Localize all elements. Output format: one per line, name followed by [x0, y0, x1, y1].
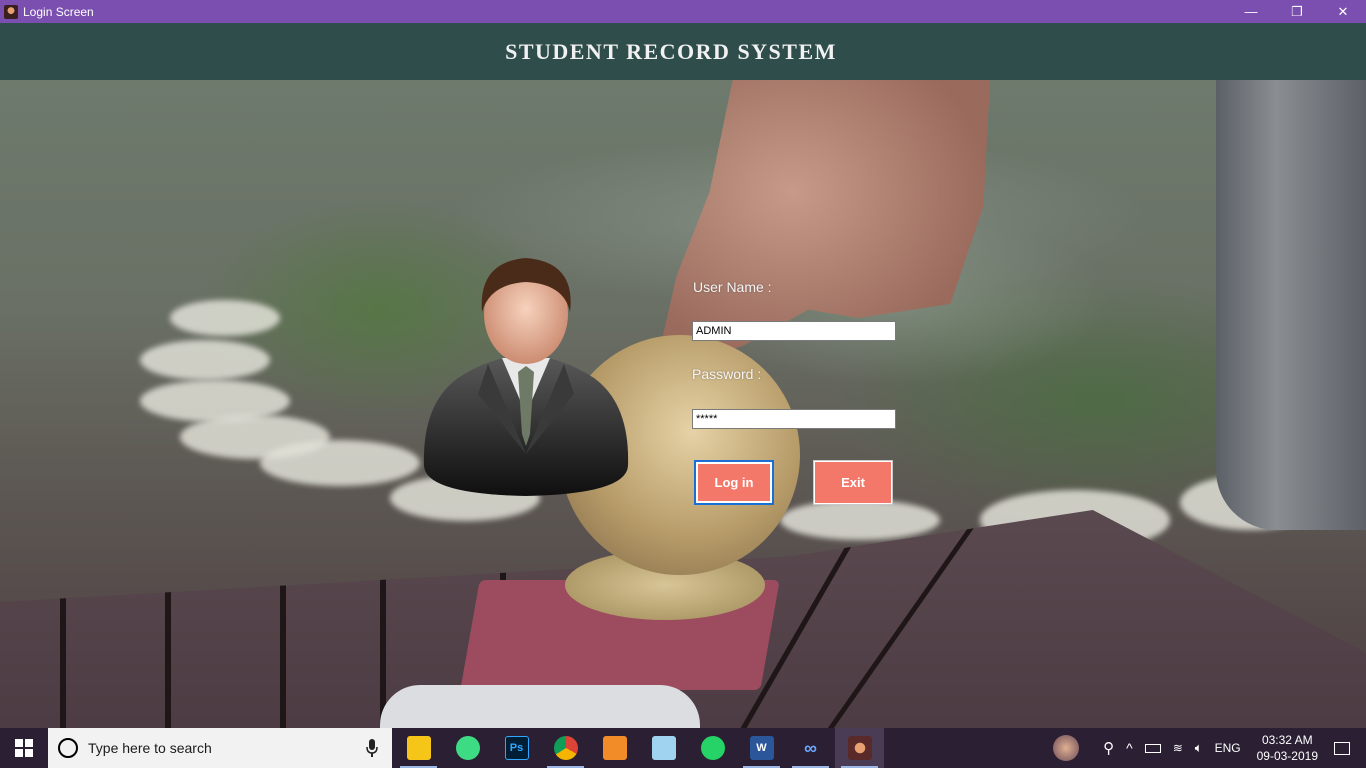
windows-icon: [15, 739, 33, 757]
jeans-image: [1216, 80, 1366, 530]
people-icon[interactable]: ⚲: [1103, 739, 1114, 757]
file-explorer-icon[interactable]: [394, 728, 443, 768]
login-app-icon[interactable]: [835, 728, 884, 768]
3d-box-icon[interactable]: [639, 728, 688, 768]
taskbar-apps: Ps W ∞: [394, 728, 884, 768]
photoshop-icon[interactable]: Ps: [492, 728, 541, 768]
taskbar-search[interactable]: Type here to search: [48, 728, 392, 768]
chrome-icon[interactable]: [541, 728, 590, 768]
password-input[interactable]: [692, 409, 896, 429]
system-tray: ⚲ ^ ≋ 🔈︎ ENG 03:32 AM 09-03-2019: [1047, 728, 1366, 768]
media-player-icon[interactable]: [590, 728, 639, 768]
wifi-icon[interactable]: ≋: [1173, 741, 1183, 755]
chevron-up-icon[interactable]: ^: [1126, 740, 1133, 756]
close-button[interactable]: ✕: [1320, 0, 1366, 23]
cortana-icon: [58, 738, 78, 758]
language-indicator[interactable]: ENG: [1215, 741, 1241, 755]
minimize-button[interactable]: —: [1228, 0, 1274, 23]
window-controls: — ❐ ✕: [1228, 0, 1366, 23]
page-title: STUDENT RECORD SYSTEM: [505, 38, 837, 64]
restore-button[interactable]: ❐: [1274, 0, 1320, 23]
laptop-image: [380, 685, 700, 728]
background-image: [0, 80, 1366, 728]
username-input[interactable]: [692, 321, 896, 341]
clock-date: 09-03-2019: [1256, 749, 1318, 763]
start-button[interactable]: [0, 728, 48, 768]
user-photo-icon[interactable]: [1053, 735, 1080, 761]
password-label: Password :: [692, 366, 762, 382]
microphone-icon[interactable]: [360, 736, 384, 760]
title-bar: Login Screen — ❐ ✕: [0, 0, 1366, 23]
whatsapp-icon[interactable]: [688, 728, 737, 768]
taskbar: Type here to search Ps W ∞ ⚲ ^ ≋ 🔈︎ ENG …: [0, 728, 1366, 768]
volume-icon[interactable]: 🔈︎: [1195, 740, 1203, 756]
app-icon: [4, 4, 18, 19]
photoshop-label: Ps: [504, 736, 529, 760]
clock[interactable]: 03:32 AM 09-03-2019: [1257, 732, 1318, 764]
android-studio-icon[interactable]: [443, 728, 492, 768]
window-title: Login Screen: [23, 4, 94, 19]
app-header: STUDENT RECORD SYSTEM: [0, 23, 1366, 80]
battery-icon[interactable]: [1144, 743, 1161, 753]
search-placeholder: Type here to search: [88, 740, 212, 756]
word-icon[interactable]: W: [737, 728, 786, 768]
clock-time: 03:32 AM: [1261, 733, 1313, 747]
infinity-app-icon[interactable]: ∞: [786, 728, 835, 768]
hand-image: [660, 80, 990, 360]
notification-icon[interactable]: [1334, 741, 1350, 755]
login-button[interactable]: Log in: [694, 460, 774, 505]
user-avatar-icon: [423, 258, 629, 496]
username-label: User Name :: [693, 279, 772, 295]
word-label: W: [749, 736, 774, 760]
exit-button[interactable]: Exit: [813, 460, 893, 505]
